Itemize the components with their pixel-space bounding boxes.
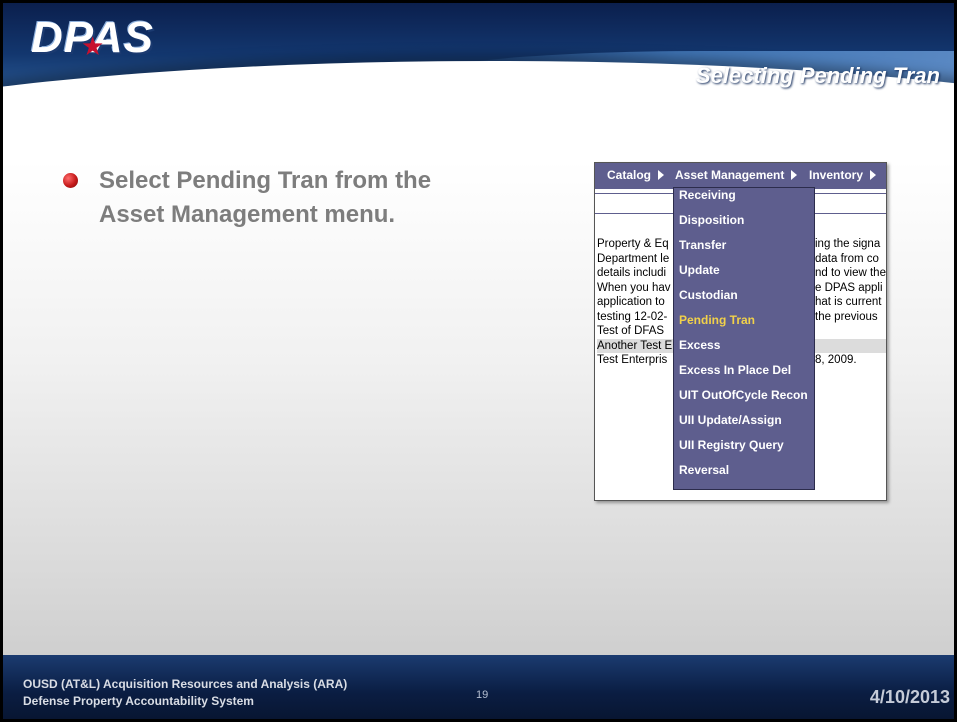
menu-inventory-label: Inventory: [809, 168, 864, 182]
row-text-left: Department le: [597, 252, 670, 265]
bullet-text: Select Pending Tran from the Asset Manag…: [99, 167, 432, 228]
menu-item-update[interactable]: Update: [674, 263, 814, 288]
chevron-right-icon: [870, 170, 877, 180]
menu-asset-management[interactable]: Asset Management: [675, 168, 798, 182]
row-text-left: details includi: [597, 267, 667, 279]
menu-item-transfer[interactable]: Transfer: [674, 238, 814, 263]
slide-header: DPAS ★ Selecting Pending Tran: [3, 3, 954, 133]
chevron-right-icon: [791, 170, 798, 180]
slide: DPAS ★ Selecting Pending Tran Select Pen…: [3, 3, 954, 719]
menu-catalog-label: Catalog: [607, 168, 652, 182]
row-text-right: the previous: [815, 310, 878, 323]
footer-date: 4/10/2013: [869, 687, 950, 707]
menu-inventory[interactable]: Inventory: [809, 168, 877, 182]
asset-management-dropdown: Receiving Disposition Transfer Update Cu…: [673, 187, 815, 490]
menu-item-reversal[interactable]: Reversal: [674, 463, 814, 488]
row-text-left: application to: [597, 296, 665, 308]
logo-star-icon: ★: [81, 31, 105, 61]
row-text-right: hat is current: [815, 296, 882, 308]
row-text-left: Test Enterpris: [597, 354, 668, 366]
row-text-right: 8, 2009.: [815, 354, 857, 366]
chevron-right-icon: [658, 170, 665, 180]
slide-footer: OUSD (AT&L) Acquisition Resources and An…: [3, 655, 954, 719]
row-text-left: Test of DFAS: [597, 325, 665, 337]
menu-item-uii-registry-query[interactable]: UII Registry Query: [674, 438, 814, 463]
menu-bar: Catalog Asset Management Inventory: [595, 163, 886, 189]
row-text-left: Property & Eq: [597, 238, 669, 250]
row-text-right: data from co: [815, 252, 879, 265]
menu-item-custodian[interactable]: Custodian: [674, 288, 814, 313]
menu-item-uit-outofcycle-recon[interactable]: UIT OutOfCycle Recon: [674, 388, 814, 413]
bullet-icon: [63, 173, 78, 188]
row-text-left: testing 12-02-: [597, 310, 668, 323]
menu-item-excess-in-place-del[interactable]: Excess In Place Del: [674, 363, 814, 388]
menu-item-excess[interactable]: Excess: [674, 338, 814, 363]
footer-system-name: Defense Property Accountability System: [23, 694, 254, 708]
row-text-left: When you hav: [597, 281, 671, 294]
row-text-left: Another Test E: [597, 339, 673, 352]
dpas-logo: DPAS ★: [17, 7, 157, 62]
menu-item-pending-tran[interactable]: Pending Tran: [674, 313, 814, 338]
footer-organization: OUSD (AT&L) Acquisition Resources and An…: [23, 677, 348, 691]
dpas-screenshot-panel: Catalog Asset Management Inventory Prope…: [594, 162, 887, 501]
row-text-right: ing the signa: [815, 238, 881, 250]
slide-title: Selecting Pending Tran: [695, 63, 940, 88]
menu-catalog[interactable]: Catalog: [607, 168, 665, 182]
menu-item-disposition[interactable]: Disposition: [674, 213, 814, 238]
menu-item-uii-update-assign[interactable]: UII Update/Assign: [674, 413, 814, 438]
row-text-right: e DPAS appli: [815, 281, 883, 294]
menu-asset-management-label: Asset Management: [675, 168, 785, 182]
page-number: 19: [476, 689, 489, 701]
menu-item-receiving[interactable]: Receiving: [674, 188, 814, 213]
row-text-right: nd to view the: [815, 267, 886, 279]
